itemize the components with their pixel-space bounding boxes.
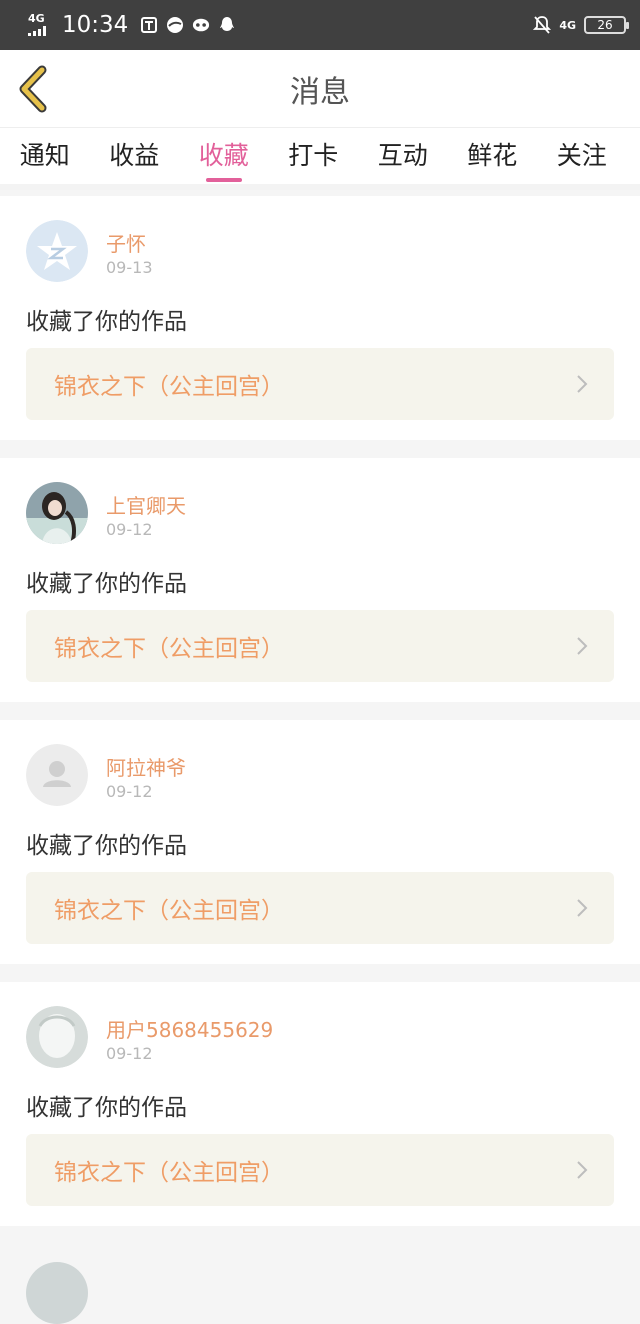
tab-interactions[interactable]: 互动 bbox=[358, 130, 448, 182]
action-text: 收藏了你的作品 bbox=[26, 833, 187, 859]
username[interactable]: 阿拉神爷 bbox=[106, 752, 186, 781]
work-title: 锦衣之下（公主回宫） bbox=[54, 1160, 284, 1186]
network-label: 4G bbox=[28, 12, 45, 25]
work-title: 锦衣之下（公主回宫） bbox=[54, 898, 284, 924]
avatar[interactable] bbox=[26, 482, 88, 544]
photo-avatar-icon bbox=[26, 482, 88, 544]
work-link[interactable]: 锦衣之下（公主回宫） bbox=[26, 1134, 614, 1206]
timestamp: 09-12 bbox=[106, 1044, 153, 1063]
qzone-star-avatar-icon bbox=[26, 220, 88, 282]
status-bar: 4G 10:34 4G 26 bbox=[0, 0, 640, 50]
list-item: 阿拉神爷 09-12 收藏了你的作品 锦衣之下（公主回宫） bbox=[0, 720, 640, 964]
tab-earnings[interactable]: 收益 bbox=[90, 130, 180, 182]
username[interactable]: 上官卿天 bbox=[106, 490, 186, 519]
qq-icon bbox=[218, 16, 236, 34]
tab-favorites[interactable]: 收藏 bbox=[179, 130, 269, 182]
chevron-right-icon bbox=[577, 637, 588, 655]
default-person-avatar-icon bbox=[26, 744, 88, 806]
browser-icon bbox=[166, 16, 184, 34]
mute-bell-icon bbox=[533, 16, 552, 34]
back-arrow-icon bbox=[19, 65, 47, 113]
page-title: 消息 bbox=[290, 74, 350, 110]
tab-follows[interactable]: 关注 bbox=[537, 130, 627, 182]
tab-bar: 通知 收益 收藏 打卡 互动 鲜花 关注 bbox=[0, 128, 640, 190]
battery-icon: 26 bbox=[584, 16, 629, 34]
work-link[interactable]: 锦衣之下（公主回宫） bbox=[26, 348, 614, 420]
clock: 10:34 bbox=[62, 12, 129, 38]
list-item: 子怀 09-13 收藏了你的作品 锦衣之下（公主回宫） bbox=[0, 196, 640, 440]
timestamp: 09-13 bbox=[106, 258, 153, 277]
timestamp: 09-12 bbox=[106, 520, 153, 539]
list-item: 用户5868455629 09-12 收藏了你的作品 锦衣之下（公主回宫） bbox=[0, 982, 640, 1226]
tab-checkin[interactable]: 打卡 bbox=[269, 130, 359, 182]
tab-notifications[interactable]: 通知 bbox=[0, 130, 90, 182]
favorites-feed: 子怀 09-13 收藏了你的作品 锦衣之下（公主回宫） 上官卿天 09-12 收… bbox=[0, 196, 640, 1244]
work-title: 锦衣之下（公主回宫） bbox=[54, 374, 284, 400]
battery-level: 26 bbox=[597, 18, 613, 32]
tab-flowers[interactable]: 鲜花 bbox=[448, 130, 538, 182]
notification-app-icon bbox=[140, 16, 158, 34]
work-link[interactable]: 锦衣之下（公主回宫） bbox=[26, 610, 614, 682]
username[interactable]: 用户5868455629 bbox=[106, 1014, 273, 1043]
chevron-right-icon bbox=[577, 1161, 588, 1179]
app-face-icon bbox=[192, 16, 210, 34]
list-item: 上官卿天 09-12 收藏了你的作品 锦衣之下（公主回宫） bbox=[0, 458, 640, 702]
next-item-avatar bbox=[26, 1262, 88, 1324]
back-button[interactable] bbox=[14, 64, 54, 114]
navigation-bar: 消息 bbox=[0, 50, 640, 128]
username[interactable]: 子怀 bbox=[106, 228, 146, 257]
chevron-right-icon bbox=[577, 899, 588, 917]
action-text: 收藏了你的作品 bbox=[26, 571, 187, 597]
default-gray-avatar-icon bbox=[26, 1006, 88, 1068]
work-title: 锦衣之下（公主回宫） bbox=[54, 636, 284, 662]
right-network-label: 4G bbox=[559, 18, 576, 32]
avatar[interactable] bbox=[26, 1006, 88, 1068]
action-text: 收藏了你的作品 bbox=[26, 1095, 187, 1121]
action-text: 收藏了你的作品 bbox=[26, 309, 187, 335]
signal-icon: 4G bbox=[28, 12, 54, 36]
avatar[interactable] bbox=[26, 744, 88, 806]
avatar[interactable] bbox=[26, 220, 88, 282]
chevron-right-icon bbox=[577, 375, 588, 393]
work-link[interactable]: 锦衣之下（公主回宫） bbox=[26, 872, 614, 944]
timestamp: 09-12 bbox=[106, 782, 153, 801]
